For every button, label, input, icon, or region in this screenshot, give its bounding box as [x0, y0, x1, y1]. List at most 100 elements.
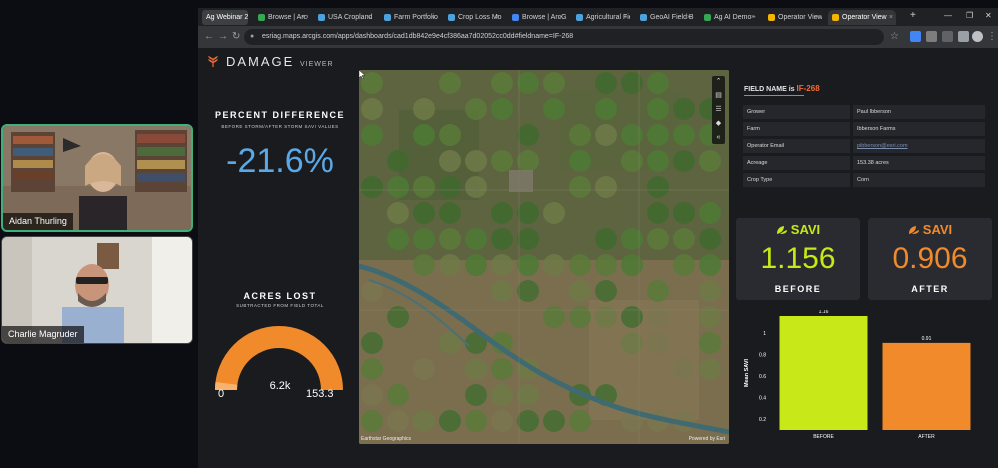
attribute-row: Farm Ibberson Farms: [743, 122, 985, 136]
attribute-row: Crop Type Corn: [743, 173, 985, 187]
pivot-field: [491, 254, 513, 276]
pivot-field: [491, 72, 513, 94]
pivot-field: [699, 280, 721, 302]
browser-tab[interactable]: Farm Portfolio ×: [380, 10, 438, 25]
new-tab-button[interactable]: +: [910, 10, 916, 21]
browser-tab[interactable]: USA Cropland ×: [314, 10, 374, 25]
pivot-field: [413, 124, 435, 146]
attribute-key: Grower: [743, 105, 850, 119]
pivot-field: [465, 410, 487, 432]
pivot-field: [387, 202, 409, 224]
browser-tab[interactable]: Browse | ArcGIS×: [508, 10, 566, 25]
address-bar-row: ← → ↻ ● esriag.maps.arcgis.com/apps/dash…: [198, 26, 998, 48]
pivot-field: [569, 254, 591, 276]
browser-tab[interactable]: Ag Webinar 2025: [202, 10, 248, 25]
browser-tab[interactable]: Crop Loss Moni×: [444, 10, 502, 25]
minimize-button[interactable]: —: [944, 11, 952, 20]
attribute-row: Acreage 153.38 acres: [743, 156, 985, 170]
tab-close-icon[interactable]: ×: [495, 10, 499, 25]
operator-email-link[interactable]: pibberson@esri.com: [853, 139, 985, 153]
tab-favicon-icon: [318, 14, 325, 21]
tab-close-icon[interactable]: ×: [367, 10, 371, 25]
tab-close-icon[interactable]: ×: [559, 10, 563, 25]
legend-icon[interactable]: ☰: [712, 104, 725, 116]
pivot-field: [543, 202, 565, 224]
pivot-field: [361, 332, 383, 354]
close-window-button[interactable]: ✕: [985, 11, 992, 20]
pivot-field: [361, 124, 383, 146]
tab-label: USA Cropland: [328, 14, 373, 21]
x-tick-label: AFTER: [918, 434, 935, 440]
browser-tab[interactable]: GeoAI Field Bou×: [636, 10, 694, 25]
restore-button[interactable]: ❐: [966, 11, 973, 20]
pivot-field: [387, 176, 409, 198]
pivot-field: [387, 150, 409, 172]
pivot-field: [465, 358, 487, 380]
tab-close-icon[interactable]: ×: [815, 10, 819, 25]
address-input[interactable]: ● esriag.maps.arcgis.com/apps/dashboards…: [244, 29, 884, 45]
pivot-field: [413, 358, 435, 380]
sidepanel-icon[interactable]: [942, 31, 953, 42]
mean-savi-bar-chart: 0.2 0.4 0.6 0.8 1 Mean SAVI 1.16 BEFORE 0.91 AFTE…: [744, 310, 971, 440]
collapse-left-icon[interactable]: «: [712, 132, 725, 144]
puzzle-icon[interactable]: [926, 31, 937, 42]
browser-tab[interactable]: Operator View ×: [764, 10, 822, 25]
pivot-field: [647, 306, 669, 328]
reload-icon[interactable]: ↻: [232, 31, 240, 43]
browser-tab[interactable]: Operator View ×: [828, 10, 896, 25]
pivot-field: [595, 98, 617, 120]
percent-difference-value: -21.6%: [226, 142, 334, 180]
attribute-key: Acreage: [743, 156, 850, 170]
back-icon[interactable]: ←: [204, 31, 214, 43]
y-tick-label: 1: [763, 331, 766, 337]
acres-lost-subtitle: SUBTRACTED FROM FIELD TOTAL: [236, 303, 324, 308]
pivot-field: [647, 98, 669, 120]
y-tick-label: 0.2: [759, 417, 766, 423]
y-tick-label: 0.6: [759, 374, 766, 380]
pivot-field: [465, 384, 487, 406]
pivot-field: [465, 228, 487, 250]
tab-close-icon[interactable]: ×: [431, 10, 435, 25]
webcam-tile-2[interactable]: Charlie Magruder: [1, 236, 193, 344]
tab-close-icon[interactable]: ×: [301, 10, 305, 25]
pivot-field: [491, 280, 513, 302]
forward-icon[interactable]: →: [218, 31, 228, 43]
layers-icon[interactable]: ▤: [712, 90, 725, 102]
powered-by-esri[interactable]: Powered by Esri: [689, 436, 725, 442]
field-name-underline: [744, 95, 804, 96]
tab-close-icon[interactable]: ×: [889, 10, 893, 25]
browser-tab[interactable]: Agricultural Fie ×: [572, 10, 630, 25]
collapse-up-icon[interactable]: ⌃: [712, 76, 725, 88]
pivot-field: [621, 150, 643, 172]
extension-icon[interactable]: [910, 31, 921, 42]
dashboard: DAMAGE VIEWER PERCENT DIFFERENCE BEFORE …: [198, 48, 998, 468]
site-info-icon[interactable]: ●: [250, 29, 254, 45]
pivot-field: [517, 384, 539, 406]
tab-close-icon[interactable]: ×: [687, 10, 691, 25]
gauge-max-label: 153.3: [306, 388, 334, 400]
webcam-tile-1[interactable]: Aidan Thurling: [1, 124, 193, 232]
satellite-map[interactable]: ⌃ ▤ ☰ ◆ « Earthstar Geographics Powered …: [359, 70, 729, 444]
pivot-field: [621, 124, 643, 146]
pivot-field: [413, 254, 435, 276]
menu-kebab-icon[interactable]: ⋮: [987, 31, 997, 43]
bookmark-star-icon[interactable]: ☆: [890, 31, 899, 43]
tab-close-icon[interactable]: ×: [623, 10, 627, 25]
pivot-field: [673, 254, 695, 276]
pivot-field: [699, 306, 721, 328]
downloads-icon[interactable]: [958, 31, 969, 42]
pivot-field: [517, 280, 539, 302]
pivot-field: [543, 410, 565, 432]
basemap-icon[interactable]: ◆: [712, 118, 725, 130]
pivot-field: [595, 306, 617, 328]
profile-avatar[interactable]: [972, 31, 983, 42]
attribute-value: 153.38 acres: [853, 156, 985, 170]
browser-tab[interactable]: Browse | ArcGIS×: [254, 10, 308, 25]
browser-tab[interactable]: Ag AI Demo - D ×: [700, 10, 758, 25]
savi-before-value: 1.156: [760, 242, 836, 275]
tab-close-icon[interactable]: ×: [751, 10, 755, 25]
y-axis-label: Mean SAVI: [744, 359, 750, 387]
savi-after-label: SAVI: [868, 222, 992, 237]
bar-after: [882, 342, 971, 430]
pivot-field: [699, 358, 721, 380]
